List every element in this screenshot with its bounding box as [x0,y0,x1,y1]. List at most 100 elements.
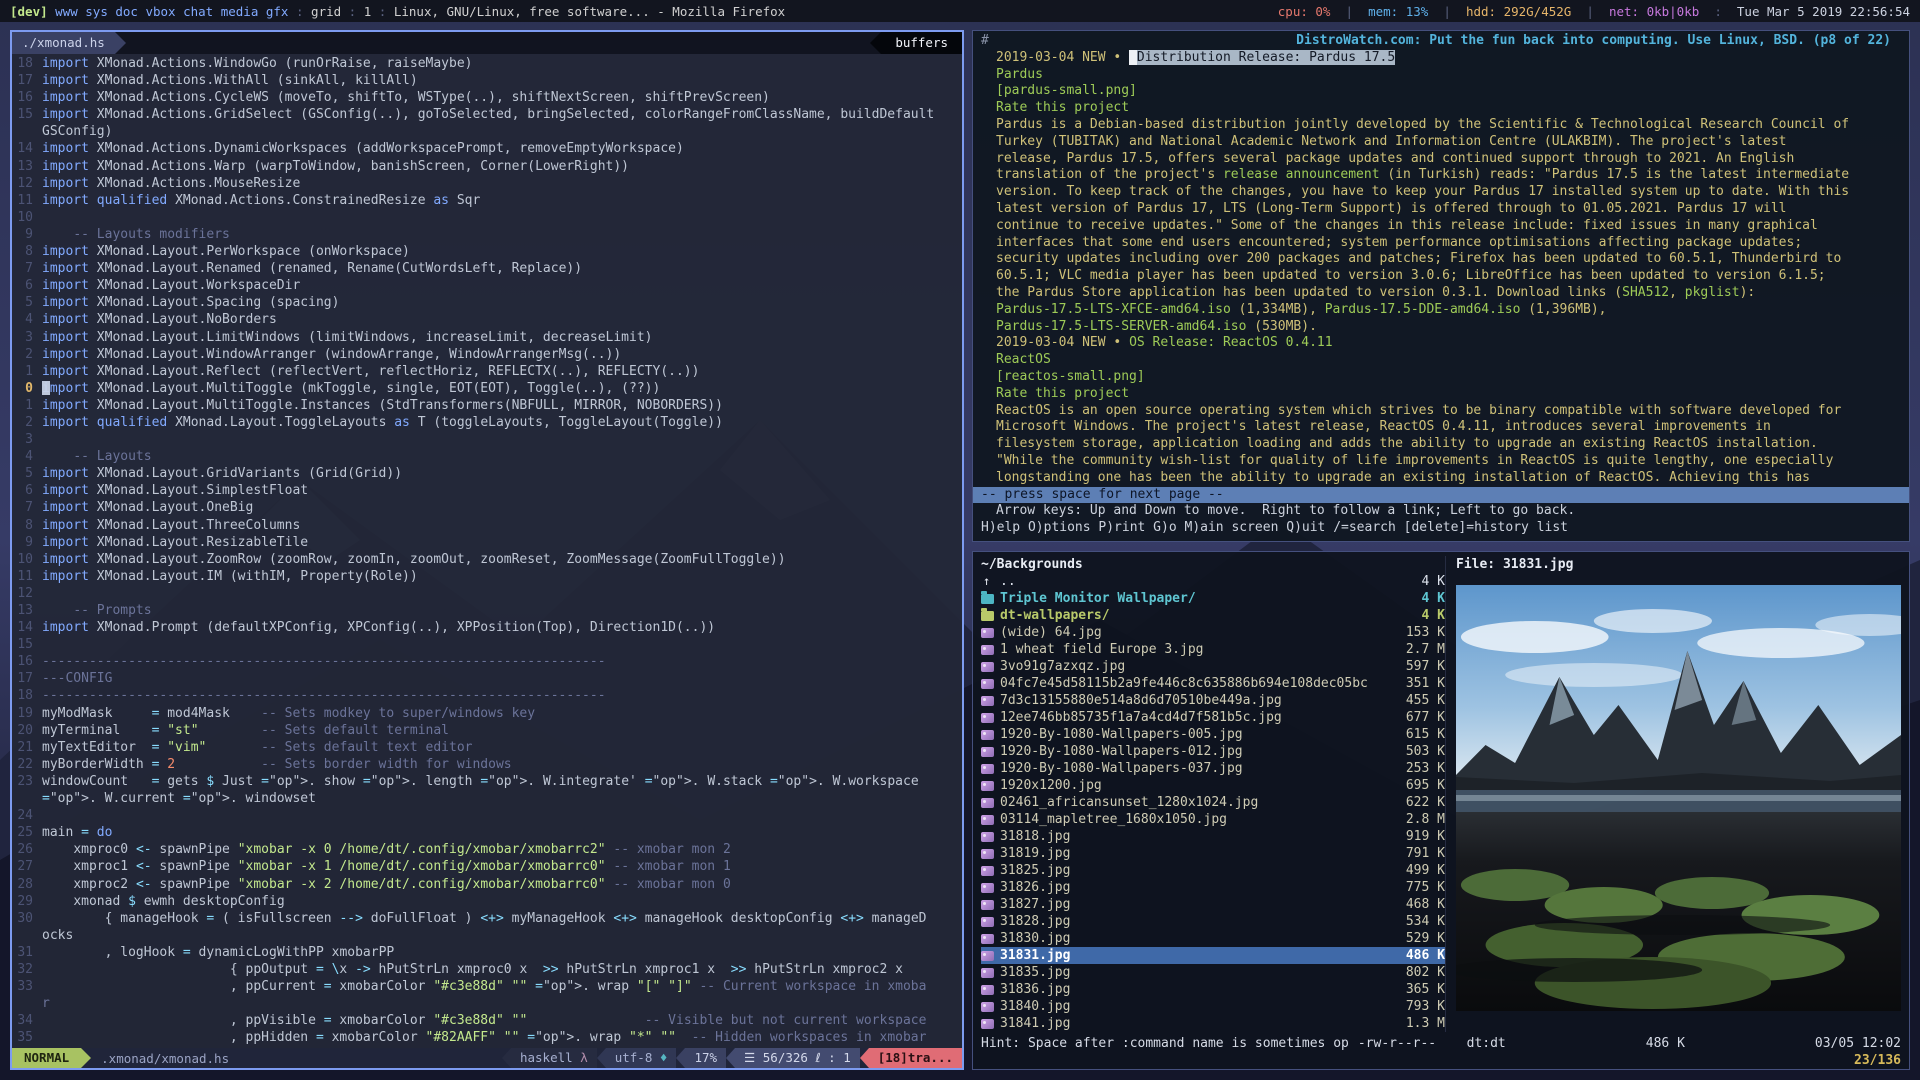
link[interactable]: Pardus-17.5-DDE-amd64.iso [1325,302,1521,317]
code-line: 4 -- Layouts [12,448,962,465]
link[interactable]: Pardus-17.5-LTS-XFCE-amd64.iso [996,302,1231,317]
image-file-icon [981,764,994,774]
code-text: import XMonad.Layout.ResizableTile [42,534,934,551]
code-text: import XMonad.Layout.SimplestFloat [42,482,934,499]
file-name: (wide) 64.jpg [1000,624,1102,641]
file-row[interactable]: Triple Monitor Wallpaper/4 K [981,590,1445,607]
file-row[interactable]: 02461_africansunset_1280x1024.jpg622 K [981,794,1445,811]
tab-xmonad-hs[interactable]: ./xmonad.hs [12,32,115,54]
text-segment: the Pardus Store application has been up… [996,285,1622,300]
file-row[interactable]: ..4 K [981,573,1445,590]
buffers-label[interactable]: buffers [881,32,962,54]
file-row[interactable]: 31828.jpg534 K [981,913,1445,930]
image-file-icon [981,679,994,689]
file-row[interactable]: 31825.jpg499 K [981,862,1445,879]
file-row[interactable]: 31840.jpg793 K [981,998,1445,1015]
link-os-release-reactos[interactable]: OS Release: ReactOS 0.4.11 [1129,335,1333,350]
file-row[interactable]: 1920-By-1080-Wallpapers-005.jpg615 K [981,726,1445,743]
code-text: import XMonad.Layout.OneBig [42,499,934,516]
line-number: 18 [12,55,42,72]
code-line: 4import XMonad.Layout.NoBorders [12,311,962,328]
file-name: 3vo91g7azxqz.jpg [1000,658,1125,675]
file-name: dt-wallpapers/ [1000,607,1110,624]
file-row[interactable]: 31835.jpg802 K [981,964,1445,981]
file-row[interactable]: 1920x1200.jpg695 K [981,777,1445,794]
code-line: 13import XMonad.Actions.Warp (warpToWind… [12,158,962,175]
file-row[interactable]: 31831.jpg486 K [981,947,1445,964]
list-position-indicator: 23/136 [981,1052,1901,1069]
code-line: 25main = do [12,824,962,841]
separator: : [1699,4,1737,19]
lynx-browser-window: # DistroWatch.com: Put the fun back into… [972,30,1910,542]
link[interactable]: release announcement [1223,167,1380,182]
code-line: 5import XMonad.Layout.GridVariants (Grid… [12,465,962,482]
code-text: ---CONFIG [42,670,934,687]
link[interactable]: Rate this project [996,386,1129,401]
file-row[interactable]: 31836.jpg365 K [981,981,1445,998]
vim-tabline: ./xmonad.hs buffers [12,32,962,54]
file-row[interactable]: 31818.jpg919 K [981,828,1445,845]
line-number: 9 [12,226,42,243]
code-line: 1import XMonad.Layout.Reflect (reflectVe… [12,363,962,380]
statusline-right: haskell λ utf-8 ♦ 17% ☰ 56/326 ℓ : 1 [18… [502,1048,962,1068]
link[interactable]: SHA512 [1622,285,1669,300]
link[interactable]: Rate this project [996,100,1129,115]
browser-text-line: H)elp O)ptions P)rint G)o M)ain screen Q… [981,520,1901,537]
link[interactable]: ReactOS [996,352,1051,367]
image-link[interactable]: [reactos-small.png] [996,369,1145,384]
file-row[interactable]: 1 wheat field Europe 3.jpg2.7 M [981,641,1445,658]
workspace-current[interactable]: [dev] [10,4,48,19]
link-distribution-release-pardus[interactable]: Distribution Release: Pardus 17.5 [1137,50,1395,65]
editor-area[interactable]: 18import XMonad.Actions.WindowGo (runOrR… [12,54,962,1048]
file-row[interactable]: 12ee746bb85735f1a7a4cd4d7f581b5c.jpg677 … [981,709,1445,726]
file-row[interactable]: 1920-By-1080-Wallpapers-037.jpg253 K [981,760,1445,777]
link[interactable]: Pardus [996,67,1043,82]
file-row[interactable]: 31841.jpg1.3 M [981,1015,1445,1032]
line-position: 56/326 [763,1050,808,1065]
file-row[interactable]: (wide) 64.jpg153 K [981,624,1445,641]
code-line: 34 , ppVisible = xmobarColor "#c3e88d" "… [12,1012,962,1029]
code-line: 18--------------------------------------… [12,687,962,704]
browser-text-line: security updates including over 200 pack… [981,251,1901,268]
browser-text-line: ReactOS is an open source operating syst… [981,403,1901,420]
file-row[interactable]: 31826.jpg775 K [981,879,1445,896]
text-segment: (in Turkish) reads: "Pardus 17.5 is the … [1380,167,1850,182]
line-number: 25 [12,824,42,841]
text-segment: version. To keep track of the changes, y… [996,184,1849,199]
link[interactable]: Pardus-17.5-LTS-SERVER-amd64.iso [996,319,1246,334]
browser-text-line: the Pardus Store application has been up… [981,285,1901,302]
image-file-icon [981,798,994,808]
code-line: 27 xmproc1 <- spawnPipe "xmobar -x 1 /ho… [12,858,962,875]
file-row[interactable]: 7d3c13155880e514a8d6d70510be449a.jpg455 … [981,692,1445,709]
workspaces-hidden[interactable]: www sys doc vbox chat media gfx [48,4,289,19]
file-name: 04fc7e45d58115b2a9fe446c8c635886b694e108… [1000,675,1368,692]
code-line: 12import XMonad.Actions.MouseResize [12,175,962,192]
file-row[interactable]: 04fc7e45d58115b2a9fe446c8c635886b694e108… [981,675,1445,692]
code-text: import XMonad.Layout.GridVariants (Grid(… [42,465,934,482]
file-row[interactable]: 3vo91g7azxqz.jpg597 K [981,658,1445,675]
powerline-separator [81,1048,91,1068]
code-line: 3import XMonad.Layout.LimitWindows (limi… [12,329,962,346]
code-line: 31 , logHook = dynamicLogWithPP xmobarPP [12,944,962,961]
file-permissions: -rw-r--r-- [1349,1035,1436,1052]
line-number: 10 [12,551,42,568]
link[interactable]: pkglist [1685,285,1740,300]
whitespace-warning: [18]tra... [869,1048,962,1068]
file-row[interactable]: 1920-By-1080-Wallpapers-012.jpg503 K [981,743,1445,760]
line-number: 12 [12,585,42,602]
image-file-icon [981,730,994,740]
file-size: 486 K [1646,1035,1685,1052]
file-row[interactable]: dt-wallpapers/4 K [981,607,1445,624]
line-number: 0 [12,380,42,397]
code-text: import XMonad.Layout.Spacing (spacing) [42,294,934,311]
line-number: 17 [12,72,42,89]
filetype-segment: haskell λ [511,1048,597,1068]
image-link[interactable]: [pardus-small.png] [996,83,1137,98]
file-row[interactable]: 31827.jpg468 K [981,896,1445,913]
file-row[interactable]: 31830.jpg529 K [981,930,1445,947]
line-number: 31 [12,944,42,961]
line-number: 2 [12,414,42,431]
code-text: import qualified XMonad.Actions.Constrai… [42,192,934,209]
file-row[interactable]: 03114_mapletree_1680x1050.jpg2.8 M [981,811,1445,828]
file-row[interactable]: 31819.jpg791 K [981,845,1445,862]
